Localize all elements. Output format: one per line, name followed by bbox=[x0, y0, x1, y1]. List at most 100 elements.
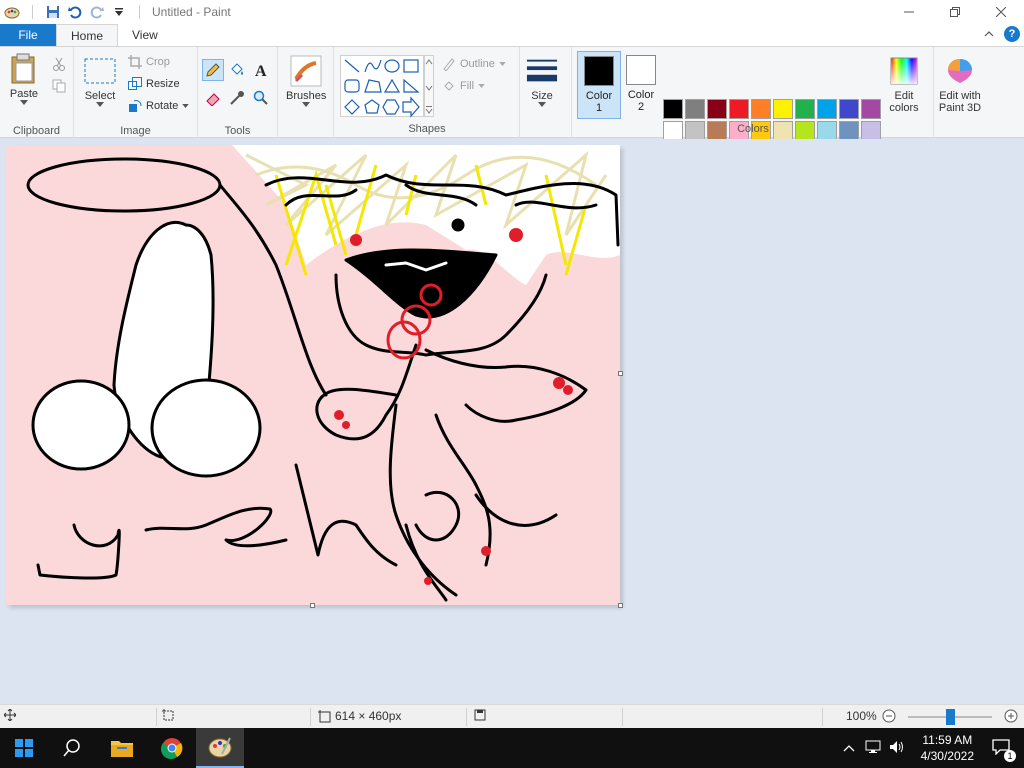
color2-label: Color bbox=[627, 89, 655, 101]
paint-app-icon[interactable] bbox=[4, 4, 20, 20]
show-hidden-icons[interactable] bbox=[843, 741, 855, 755]
status-bar: 614 × 460px 100% bbox=[0, 704, 1024, 728]
paint-palette-icon bbox=[208, 737, 232, 758]
minimize-icon bbox=[904, 11, 914, 13]
brushes-label: Brushes bbox=[286, 90, 327, 102]
fill-bucket-icon[interactable] bbox=[226, 59, 248, 81]
polygon-shape-icon[interactable] bbox=[364, 79, 382, 93]
network-icon[interactable] bbox=[865, 740, 881, 757]
redo-icon[interactable] bbox=[89, 4, 105, 20]
resize-handle-right[interactable] bbox=[618, 371, 623, 376]
hexagon-shape-icon[interactable] bbox=[382, 99, 400, 115]
color-picker-icon[interactable] bbox=[226, 87, 248, 109]
edit-with-paint3d-button[interactable]: Edit with Paint 3D bbox=[936, 55, 984, 114]
notifications-button[interactable]: 1 bbox=[992, 738, 1016, 762]
tab-file[interactable]: File bbox=[0, 24, 56, 46]
line-shape-icon[interactable] bbox=[344, 59, 360, 73]
select-label: Select bbox=[84, 90, 116, 102]
palette-swatch[interactable] bbox=[663, 99, 683, 119]
arrow-shape-icon[interactable] bbox=[402, 96, 420, 118]
collapse-ribbon-icon[interactable] bbox=[984, 27, 994, 41]
select-icon bbox=[84, 55, 116, 87]
crop-icon bbox=[128, 55, 142, 69]
edit-colors-button[interactable]: Edit colors bbox=[884, 55, 924, 114]
right-triangle-shape-icon[interactable] bbox=[403, 78, 420, 93]
outline-button[interactable]: Outline bbox=[442, 57, 506, 71]
paint3d-label: Edit with bbox=[939, 90, 981, 102]
rotate-icon bbox=[129, 100, 142, 112]
oval-shape-icon[interactable] bbox=[384, 59, 400, 73]
title-bar: Untitled - Paint bbox=[0, 0, 1024, 24]
select-button[interactable]: Select bbox=[84, 55, 116, 107]
palette-swatch[interactable] bbox=[707, 99, 727, 119]
rotate-label: Rotate bbox=[146, 100, 179, 112]
drawing-canvas[interactable] bbox=[6, 145, 623, 608]
palette-swatch[interactable] bbox=[751, 99, 771, 119]
color1-button[interactable]: Color 1 bbox=[577, 51, 621, 119]
canvas-drawing bbox=[26, 145, 620, 602]
search-button[interactable] bbox=[48, 728, 96, 768]
selection-size-icon bbox=[162, 709, 174, 721]
zoom-slider-thumb[interactable] bbox=[946, 709, 955, 725]
resize-button[interactable]: Resize bbox=[128, 77, 180, 91]
resize-handle-bottom[interactable] bbox=[310, 603, 315, 608]
eraser-icon[interactable] bbox=[202, 87, 224, 109]
rounded-rectangle-shape-icon[interactable] bbox=[344, 79, 360, 93]
brushes-button[interactable]: Brushes bbox=[286, 55, 326, 107]
palette-swatch[interactable] bbox=[817, 99, 837, 119]
palette-swatch[interactable] bbox=[839, 99, 859, 119]
pentagon-shape-icon[interactable] bbox=[364, 99, 380, 114]
zoom-in-button[interactable] bbox=[1004, 709, 1018, 723]
paste-icon bbox=[8, 53, 40, 85]
brushes-dropdown-icon bbox=[302, 102, 311, 107]
chrome-button[interactable] bbox=[148, 728, 196, 768]
customize-toolbar-icon[interactable] bbox=[111, 4, 127, 20]
minimize-button[interactable] bbox=[886, 0, 932, 24]
tab-view[interactable]: View bbox=[118, 24, 172, 46]
close-button[interactable] bbox=[978, 0, 1024, 24]
fill-button[interactable]: Fill bbox=[442, 79, 485, 93]
palette-swatch[interactable] bbox=[795, 99, 815, 119]
color-spectrum-icon bbox=[888, 55, 920, 87]
resize-handle-corner[interactable] bbox=[618, 603, 623, 608]
zoom-out-icon bbox=[882, 709, 896, 723]
curve-shape-icon[interactable] bbox=[364, 59, 382, 73]
clock[interactable]: 11:59 AM 4/30/2022 bbox=[921, 732, 974, 764]
palette-swatch[interactable] bbox=[773, 99, 793, 119]
palette-swatch[interactable] bbox=[729, 99, 749, 119]
crop-button[interactable]: Crop bbox=[128, 55, 170, 69]
rectangle-shape-icon[interactable] bbox=[403, 59, 419, 73]
chrome-icon bbox=[161, 738, 183, 759]
shapes-scroll[interactable] bbox=[424, 55, 434, 117]
maximize-button[interactable] bbox=[932, 0, 978, 24]
color2-button[interactable]: Color 2 bbox=[619, 51, 663, 119]
paste-button[interactable]: Paste bbox=[8, 53, 40, 105]
cut-icon[interactable] bbox=[48, 53, 70, 75]
tab-home[interactable]: Home bbox=[56, 24, 119, 46]
restore-icon bbox=[950, 7, 960, 17]
copy-icon[interactable] bbox=[48, 75, 70, 97]
title-divider bbox=[32, 5, 33, 19]
ribbon-tabs: File Home View ? bbox=[0, 24, 1024, 46]
file-explorer-button[interactable] bbox=[98, 728, 146, 768]
paint-taskbar-button[interactable] bbox=[196, 728, 244, 768]
pencil-icon[interactable] bbox=[202, 59, 224, 81]
volume-icon[interactable] bbox=[889, 740, 905, 757]
palette-swatch[interactable] bbox=[861, 99, 881, 119]
rotate-button[interactable]: Rotate bbox=[128, 99, 190, 113]
colors-group-label: Colors bbox=[737, 123, 769, 135]
help-icon[interactable]: ? bbox=[1004, 26, 1020, 42]
diamond-shape-icon[interactable] bbox=[344, 99, 360, 115]
text-icon[interactable]: A bbox=[250, 59, 272, 81]
triangle-shape-icon[interactable] bbox=[383, 78, 401, 93]
size-label: Size bbox=[531, 90, 553, 102]
palette-swatch[interactable] bbox=[685, 99, 705, 119]
cursor-position bbox=[4, 709, 16, 721]
crop-label: Crop bbox=[146, 56, 170, 68]
magnifier-icon[interactable] bbox=[250, 87, 272, 109]
start-button[interactable] bbox=[0, 728, 48, 768]
zoom-out-button[interactable] bbox=[882, 709, 896, 723]
size-button[interactable]: Size bbox=[526, 55, 558, 107]
undo-icon[interactable] bbox=[67, 4, 83, 20]
save-icon[interactable] bbox=[45, 4, 61, 20]
